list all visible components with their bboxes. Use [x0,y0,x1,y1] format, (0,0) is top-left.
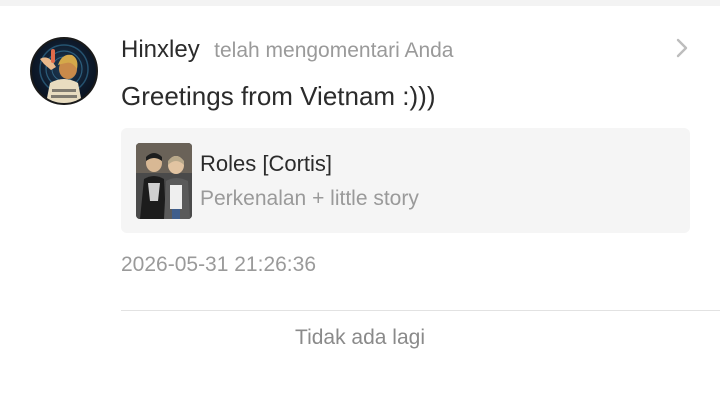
post-thumbnail [136,143,192,219]
timestamp: 2026-05-31 21:26:36 [121,253,316,276]
post-subtitle: Perkenalan + little story [200,187,419,210]
post-title: Roles [Cortis] [200,151,333,176]
notification-header: Hinxley telah mengomentari Anda [121,36,453,64]
chevron-right-icon[interactable] [672,36,692,60]
end-of-list-text: Tidak ada lagi [295,326,425,349]
comment-text: Greetings from Vietnam :))) [121,81,436,111]
action-text: telah mengomentari Anda [214,39,454,62]
user-avatar[interactable] [30,37,98,105]
divider [121,310,720,311]
comment-notification[interactable]: Hinxley telah mengomentari Anda Greeting… [0,6,720,296]
avatar-illustration [39,44,89,103]
post-card[interactable]: Roles [Cortis] Perkenalan + little story [121,128,690,233]
username[interactable]: Hinxley [121,36,200,63]
